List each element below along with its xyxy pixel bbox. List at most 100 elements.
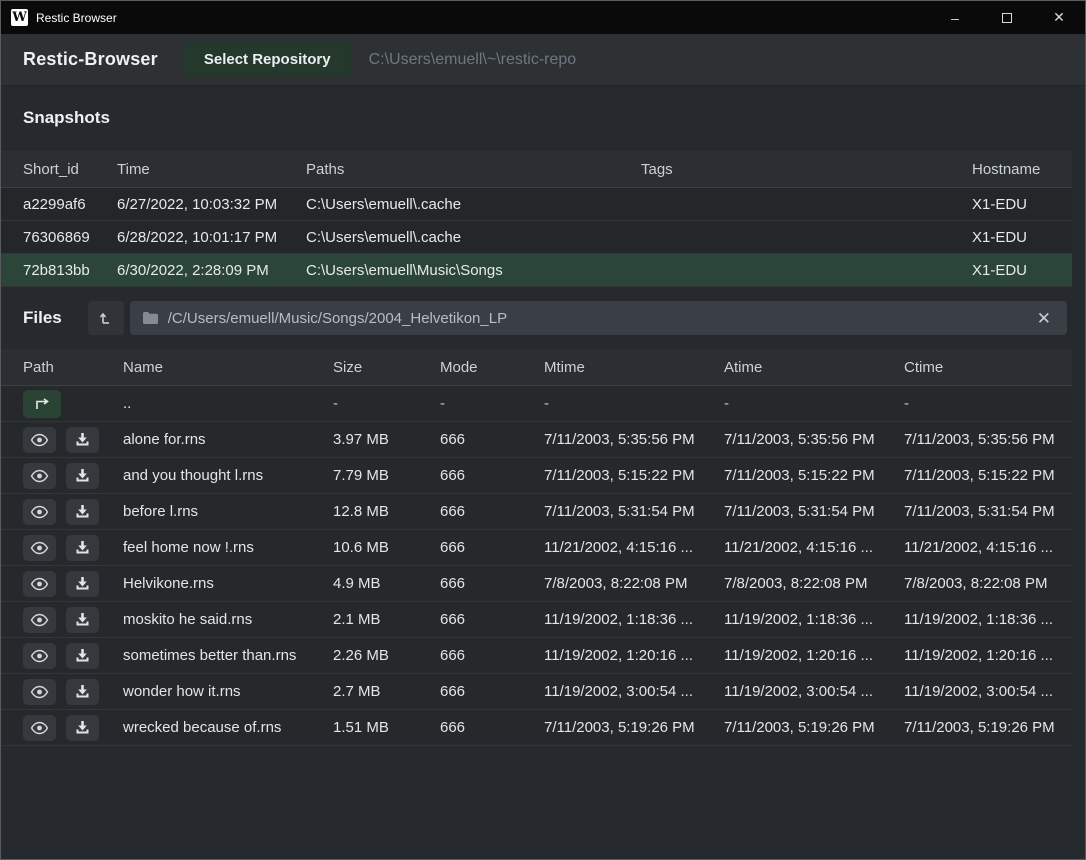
- select-repository-button[interactable]: Select Repository: [184, 41, 351, 78]
- snapshots-table-body: a2299af6 6/27/2022, 10:03:32 PM C:\Users…: [1, 188, 1085, 287]
- column-header-mode[interactable]: Mode: [440, 359, 544, 376]
- download-file-button[interactable]: [66, 679, 99, 705]
- file-mtime: 11/21/2002, 4:15:16 ...: [544, 539, 724, 556]
- snapshot-paths: C:\Users\emuell\Music\Songs: [306, 262, 641, 279]
- file-row[interactable]: moskito he said.rns 2.1 MB 666 11/19/200…: [1, 602, 1072, 638]
- file-mode: 666: [440, 431, 544, 448]
- preview-file-button[interactable]: [23, 679, 56, 705]
- preview-file-button[interactable]: [23, 571, 56, 597]
- eye-icon: [30, 649, 49, 663]
- window-controls: – ✕: [929, 1, 1085, 34]
- snapshot-short-id: 76306869: [23, 229, 117, 246]
- file-row[interactable]: wrecked because of.rns 1.51 MB 666 7/11/…: [1, 710, 1072, 746]
- download-icon: [75, 576, 90, 591]
- window-title: Restic Browser: [36, 11, 117, 25]
- navigate-parent-button[interactable]: [23, 390, 61, 418]
- download-icon: [75, 720, 90, 735]
- eye-icon: [30, 433, 49, 447]
- file-size: 12.8 MB: [333, 503, 440, 520]
- download-file-button[interactable]: [66, 607, 99, 633]
- file-ctime: 7/11/2003, 5:35:56 PM: [904, 431, 1072, 448]
- preview-file-button[interactable]: [23, 715, 56, 741]
- file-atime: 7/11/2003, 5:35:56 PM: [724, 431, 904, 448]
- file-row[interactable]: and you thought l.rns 7.79 MB 666 7/11/2…: [1, 458, 1072, 494]
- file-row[interactable]: wonder how it.rns 2.7 MB 666 11/19/2002,…: [1, 674, 1072, 710]
- file-size: 3.97 MB: [333, 431, 440, 448]
- parent-size: -: [333, 395, 440, 412]
- download-file-button[interactable]: [66, 499, 99, 525]
- column-header-atime[interactable]: Atime: [724, 359, 904, 376]
- file-size: 7.79 MB: [333, 467, 440, 484]
- column-header-path[interactable]: Path: [23, 359, 123, 376]
- file-atime: 11/19/2002, 1:18:36 ...: [724, 611, 904, 628]
- column-header-name[interactable]: Name: [123, 359, 333, 376]
- preview-file-button[interactable]: [23, 535, 56, 561]
- file-row[interactable]: feel home now !.rns 10.6 MB 666 11/21/20…: [1, 530, 1072, 566]
- file-name: moskito he said.rns: [123, 611, 333, 628]
- files-heading: Files: [23, 308, 62, 328]
- download-file-button[interactable]: [66, 571, 99, 597]
- column-header-short-id[interactable]: Short_id: [23, 161, 117, 178]
- file-ctime: 7/11/2003, 5:31:54 PM: [904, 503, 1072, 520]
- file-name: feel home now !.rns: [123, 539, 333, 556]
- download-file-button[interactable]: [66, 427, 99, 453]
- snapshot-row[interactable]: 72b813bb 6/30/2022, 2:28:09 PM C:\Users\…: [1, 254, 1072, 287]
- column-header-ctime[interactable]: Ctime: [904, 359, 1072, 376]
- files-bar: Files /C/Users/emuell/Music/Songs/2004_H…: [1, 301, 1085, 335]
- snapshot-hostname: X1-EDU: [972, 196, 1072, 213]
- file-row[interactable]: alone for.rns 3.97 MB 666 7/11/2003, 5:3…: [1, 422, 1072, 458]
- file-name: and you thought l.rns: [123, 467, 333, 484]
- file-atime: 7/11/2003, 5:15:22 PM: [724, 467, 904, 484]
- close-button[interactable]: ✕: [1033, 1, 1085, 34]
- download-icon: [75, 504, 90, 519]
- download-file-button[interactable]: [66, 463, 99, 489]
- preview-file-button[interactable]: [23, 499, 56, 525]
- column-header-tags[interactable]: Tags: [641, 161, 972, 178]
- minimize-button[interactable]: –: [929, 1, 981, 34]
- download-file-button[interactable]: [66, 535, 99, 561]
- eye-icon: [30, 541, 49, 555]
- snapshot-time: 6/28/2022, 10:01:17 PM: [117, 229, 306, 246]
- column-header-size[interactable]: Size: [333, 359, 440, 376]
- file-name: wrecked because of.rns: [123, 719, 333, 736]
- snapshot-row[interactable]: a2299af6 6/27/2022, 10:03:32 PM C:\Users…: [1, 188, 1072, 221]
- parent-atime: -: [724, 395, 904, 412]
- preview-file-button[interactable]: [23, 463, 56, 489]
- column-header-mtime[interactable]: Mtime: [544, 359, 724, 376]
- file-name: before l.rns: [123, 503, 333, 520]
- file-row[interactable]: sometimes better than.rns 2.26 MB 666 11…: [1, 638, 1072, 674]
- minimize-icon: –: [951, 10, 959, 26]
- go-up-level-button[interactable]: [88, 301, 124, 335]
- snapshot-row[interactable]: 76306869 6/28/2022, 10:01:17 PM C:\Users…: [1, 221, 1072, 254]
- folder-icon: [142, 311, 159, 325]
- file-row[interactable]: before l.rns 12.8 MB 666 7/11/2003, 5:31…: [1, 494, 1072, 530]
- app-logo-icon: W: [11, 9, 28, 26]
- clear-path-button[interactable]: ✕: [1031, 308, 1057, 329]
- current-path-bar[interactable]: /C/Users/emuell/Music/Songs/2004_Helveti…: [130, 301, 1067, 335]
- column-header-time[interactable]: Time: [117, 161, 306, 178]
- preview-file-button[interactable]: [23, 607, 56, 633]
- preview-file-button[interactable]: [23, 427, 56, 453]
- maximize-button[interactable]: [981, 1, 1033, 34]
- parent-directory-row[interactable]: .. - - - - -: [1, 386, 1072, 422]
- download-file-button[interactable]: [66, 715, 99, 741]
- file-mtime: 7/8/2003, 8:22:08 PM: [544, 575, 724, 592]
- file-ctime: 11/19/2002, 1:20:16 ...: [904, 647, 1072, 664]
- parent-name: ..: [123, 395, 333, 412]
- files-table-body: alone for.rns 3.97 MB 666 7/11/2003, 5:3…: [1, 422, 1085, 746]
- snapshot-time: 6/27/2022, 10:03:32 PM: [117, 196, 306, 213]
- eye-icon: [30, 469, 49, 483]
- preview-file-button[interactable]: [23, 643, 56, 669]
- download-icon: [75, 540, 90, 555]
- titlebar: W Restic Browser – ✕: [1, 1, 1085, 34]
- file-row[interactable]: Helvikone.rns 4.9 MB 666 7/8/2003, 8:22:…: [1, 566, 1072, 602]
- column-header-hostname[interactable]: Hostname: [972, 161, 1072, 178]
- file-ctime: 7/11/2003, 5:19:26 PM: [904, 719, 1072, 736]
- file-mode: 666: [440, 467, 544, 484]
- file-size: 2.7 MB: [333, 683, 440, 700]
- repository-path[interactable]: C:\Users\emuell\~\restic-repo: [369, 51, 577, 69]
- file-atime: 11/19/2002, 3:00:54 ...: [724, 683, 904, 700]
- column-header-paths[interactable]: Paths: [306, 161, 641, 178]
- eye-icon: [30, 505, 49, 519]
- download-file-button[interactable]: [66, 643, 99, 669]
